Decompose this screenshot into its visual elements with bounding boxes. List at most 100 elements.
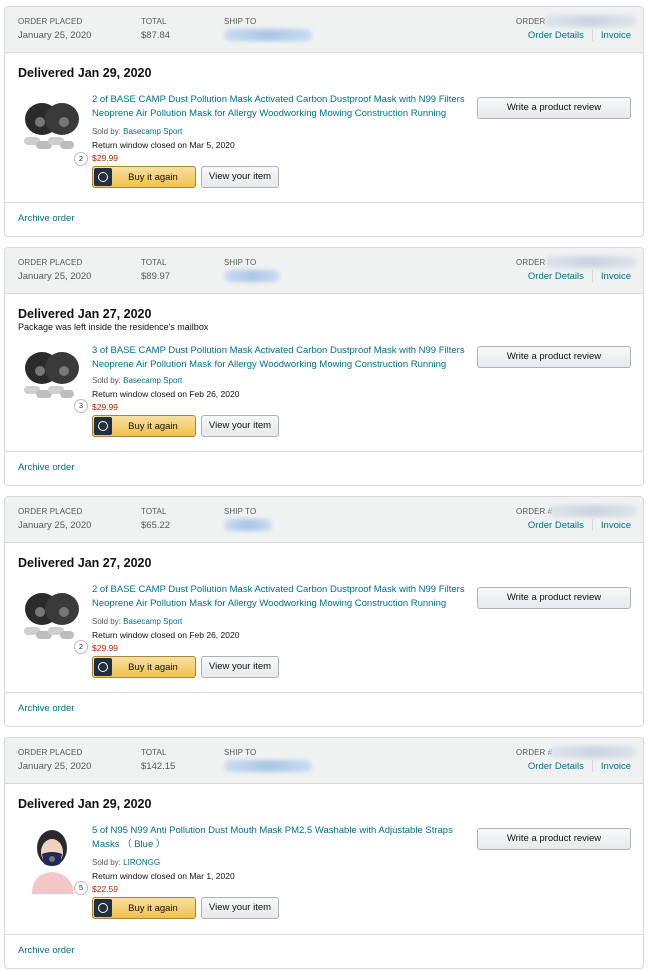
ship-to-label: SHIP TO (224, 748, 257, 757)
invoice-link[interactable]: Invoice (601, 520, 631, 531)
ship-to-label: SHIP TO (224, 507, 257, 516)
order-number-label: ORDER # (516, 748, 553, 757)
archive-order-link[interactable]: Archive order (18, 213, 75, 224)
product-title-link[interactable]: 2 of BASE CAMP Dust Pollution Mask Activ… (92, 583, 467, 611)
return-window: Return window closed on Feb 26, 2020 (92, 389, 240, 399)
return-window: Return window closed on Mar 5, 2020 (92, 140, 235, 150)
order-links: Order Details Invoice (528, 270, 631, 282)
view-item-button[interactable]: View your item (201, 897, 279, 919)
order-number-redacted (550, 505, 637, 517)
total-label: TOTAL (141, 17, 167, 26)
order-placed-date: January 25, 2020 (18, 271, 92, 282)
buy-again-button[interactable]: Buy it again (92, 897, 196, 919)
product-thumbnail[interactable]: 3 (18, 346, 88, 416)
seller-link[interactable]: Basecamp Sport (123, 376, 182, 385)
invoice-link[interactable]: Invoice (601, 30, 631, 41)
order-total: $65.22 (141, 520, 171, 531)
order-footer: Archive order (5, 451, 643, 485)
order-placed-label: ORDER PLACED (18, 258, 83, 267)
invoice-link[interactable]: Invoice (601, 271, 631, 282)
order-card: ORDER PLACED January 25, 2020 TOTAL $65.… (4, 496, 644, 727)
return-window: Return window closed on Feb 26, 2020 (92, 630, 240, 640)
write-review-button[interactable]: Write a product review (477, 828, 631, 850)
seller-link[interactable]: Basecamp Sport (123, 617, 182, 626)
product-thumbnail[interactable]: 2 (18, 97, 88, 167)
order-footer: Archive order (5, 934, 643, 968)
write-review-button[interactable]: Write a product review (477, 97, 631, 119)
delivery-status: Delivered Jan 29, 2020 (18, 797, 152, 811)
order-number-redacted (545, 256, 637, 268)
view-item-button[interactable]: View your item (201, 415, 279, 437)
order-placed-label: ORDER PLACED (18, 17, 83, 26)
order-header: ORDER PLACED January 25, 2020 TOTAL $89.… (5, 248, 643, 294)
delivery-note: Package was left inside the residence's … (18, 322, 209, 332)
sold-by: Sold by: LIRONGG (92, 858, 160, 867)
delivery-status: Delivered Jan 29, 2020 (18, 66, 152, 80)
ship-to-redacted[interactable] (224, 270, 280, 282)
product-title-link[interactable]: 3 of BASE CAMP Dust Pollution Mask Activ… (92, 344, 467, 372)
total-label: TOTAL (141, 258, 167, 267)
link-divider (591, 760, 593, 772)
order-total: $87.84 (141, 30, 171, 41)
product-thumbnail[interactable]: 5 (18, 824, 88, 895)
item-price: $29.99 (92, 402, 118, 412)
archive-order-link[interactable]: Archive order (18, 703, 75, 714)
order-placed-date: January 25, 2020 (18, 30, 92, 41)
item-price: $29.99 (92, 643, 118, 653)
order-footer: Archive order (5, 692, 643, 726)
order-links: Order Details Invoice (528, 519, 631, 531)
order-header: ORDER PLACED January 25, 2020 TOTAL $87.… (5, 7, 643, 53)
order-card: ORDER PLACED January 25, 2020 TOTAL $87.… (4, 6, 644, 237)
buy-again-label: Buy it again (128, 903, 178, 914)
return-window: Return window closed on Mar 1, 2020 (92, 871, 235, 881)
order-details-link[interactable]: Order Details (528, 761, 584, 772)
item-price: $29.99 (92, 153, 118, 163)
order-number-redacted (545, 15, 637, 27)
delivery-status: Delivered Jan 27, 2020 (18, 307, 152, 321)
order-details-link[interactable]: Order Details (528, 271, 584, 282)
total-label: TOTAL (141, 748, 167, 757)
write-review-button[interactable]: Write a product review (477, 587, 631, 609)
buy-again-button[interactable]: Buy it again (92, 656, 196, 678)
order-header: ORDER PLACED January 25, 2020 TOTAL $142… (5, 738, 643, 784)
order-placed-label: ORDER PLACED (18, 507, 83, 516)
sold-by: Sold by: Basecamp Sport (92, 127, 182, 136)
order-total: $89.97 (141, 271, 171, 282)
order-placed-label: ORDER PLACED (18, 748, 83, 757)
view-item-button[interactable]: View your item (201, 166, 279, 188)
item-price: $22.59 (92, 884, 118, 894)
order-details-link[interactable]: Order Details (528, 30, 584, 41)
product-title-link[interactable]: 5 of N95 N99 Anti Pollution Dust Mouth M… (92, 824, 467, 852)
sold-by: Sold by: Basecamp Sport (92, 617, 182, 626)
ship-to-label: SHIP TO (224, 258, 257, 267)
archive-order-link[interactable]: Archive order (18, 945, 75, 956)
seller-link[interactable]: Basecamp Sport (123, 127, 182, 136)
order-total: $142.15 (141, 761, 176, 772)
order-header: ORDER PLACED January 25, 2020 TOTAL $65.… (5, 497, 643, 543)
invoice-link[interactable]: Invoice (601, 761, 631, 772)
sold-by-label: Sold by: (92, 127, 121, 136)
order-links: Order Details Invoice (528, 760, 631, 772)
view-item-button[interactable]: View your item (201, 656, 279, 678)
seller-link[interactable]: LIRONGG (123, 858, 160, 867)
order-footer: Archive order (5, 202, 643, 236)
link-divider (591, 29, 593, 41)
ship-to-redacted[interactable] (224, 760, 312, 772)
link-divider (591, 519, 593, 531)
ship-to-redacted[interactable] (224, 519, 272, 531)
archive-order-link[interactable]: Archive order (18, 462, 75, 473)
product-thumbnail[interactable]: 2 (18, 587, 88, 657)
order-number-redacted (550, 746, 637, 758)
buy-again-button[interactable]: Buy it again (92, 415, 196, 437)
order-details-link[interactable]: Order Details (528, 520, 584, 531)
sold-by: Sold by: Basecamp Sport (92, 376, 182, 385)
buy-again-button[interactable]: Buy it again (92, 166, 196, 188)
product-title-link[interactable]: 2 of BASE CAMP Dust Pollution Mask Activ… (92, 93, 467, 121)
ship-to-label: SHIP TO (224, 17, 257, 26)
buy-again-label: Buy it again (128, 421, 178, 432)
write-review-button[interactable]: Write a product review (477, 346, 631, 368)
link-divider (591, 270, 593, 282)
order-card: ORDER PLACED January 25, 2020 TOTAL $89.… (4, 247, 644, 486)
quantity-badge: 2 (74, 152, 88, 166)
ship-to-redacted[interactable] (224, 29, 312, 41)
